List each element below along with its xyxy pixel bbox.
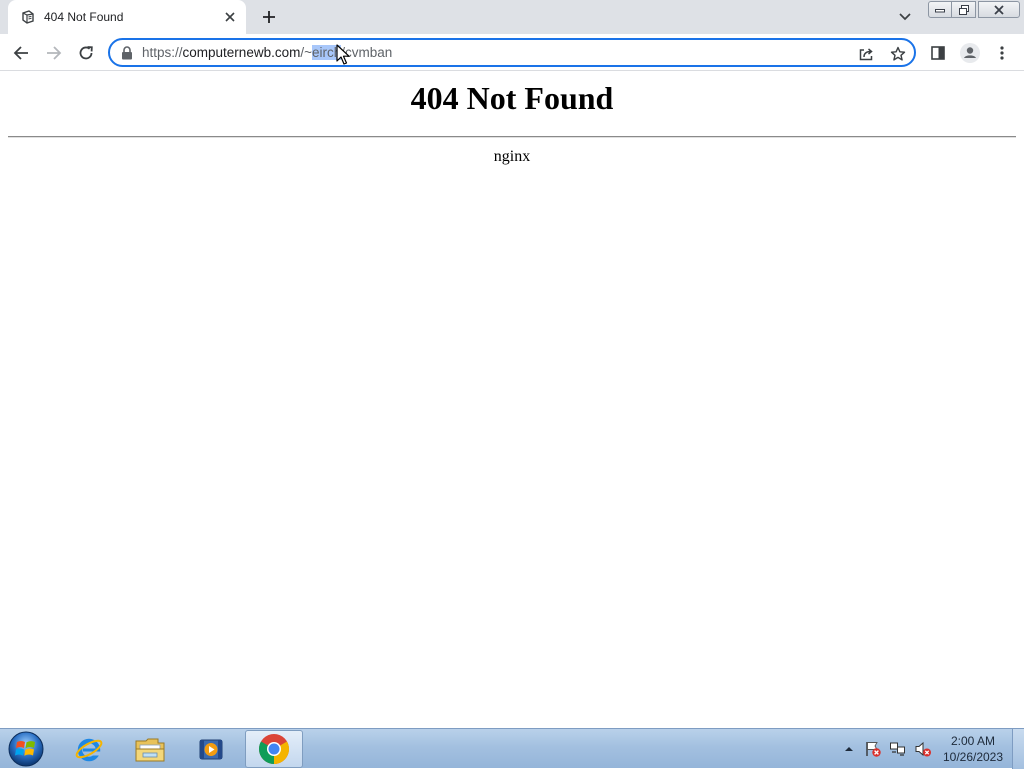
tab-close-button[interactable]: [220, 7, 240, 27]
chevron-down-icon: [899, 13, 911, 21]
minimize-button[interactable]: [928, 1, 952, 18]
chevron-up-icon: [845, 747, 853, 751]
menu-button[interactable]: [988, 39, 1016, 67]
new-tab-button[interactable]: [258, 6, 280, 28]
browser-toolbar: https://computernewb.com/~eirch/cvmban: [0, 34, 1024, 71]
network-icon: [890, 742, 905, 756]
back-button[interactable]: [7, 39, 35, 67]
plus-icon: [263, 11, 275, 23]
share-icon: [859, 48, 873, 61]
reload-icon: [79, 46, 93, 60]
taskbar-media-player[interactable]: [182, 730, 240, 768]
profile-button[interactable]: [956, 39, 984, 67]
tray-network[interactable]: [889, 740, 907, 758]
forward-arrow-icon: [47, 46, 62, 60]
tray-volume[interactable]: [914, 740, 932, 758]
close-icon: [225, 12, 235, 22]
server-name: nginx: [493, 148, 531, 165]
system-clock[interactable]: 2:00 AM 10/26/2023: [940, 733, 1006, 765]
clock-date: 10/26/2023: [942, 750, 1004, 764]
tab-search-button[interactable]: [894, 7, 916, 27]
page-heading: 404 Not Found: [410, 80, 614, 116]
close-icon: [994, 4, 1004, 15]
tray-action-center[interactable]: [864, 740, 882, 758]
restore-icon: [958, 4, 969, 15]
media-player-icon: [199, 739, 223, 760]
internet-explorer-icon: [75, 738, 103, 762]
url-scheme: https://: [142, 45, 183, 60]
taskbar: 2:00 AM 10/26/2023: [0, 728, 1024, 769]
bookmark-button[interactable]: [888, 44, 908, 64]
tab-title: 404 Not Found: [44, 10, 124, 24]
forward-button[interactable]: [40, 39, 68, 67]
page-content: 404 Not Found nginx: [0, 72, 1024, 728]
volume-muted-icon: [915, 741, 931, 757]
star-icon: [890, 46, 906, 61]
tab-404-not-found[interactable]: 404 Not Found: [8, 0, 246, 34]
reload-button[interactable]: [72, 39, 100, 67]
windows-start-orb-icon: [8, 731, 44, 767]
profile-icon: [960, 43, 980, 63]
lock-icon[interactable]: [121, 46, 133, 60]
folder-icon: [135, 738, 165, 762]
show-desktop-button[interactable]: [1012, 729, 1024, 769]
kebab-menu-icon: [1000, 46, 1004, 60]
url-selection: eirch: [311, 45, 342, 60]
back-arrow-icon: [13, 46, 28, 60]
url-path-start: /~: [300, 45, 312, 60]
address-bar[interactable]: https://computernewb.com/~eirch/cvmban: [108, 38, 916, 67]
side-panel-button[interactable]: [924, 39, 952, 67]
side-panel-icon: [931, 46, 945, 60]
divider: [8, 136, 1016, 138]
minimize-icon: [935, 8, 945, 12]
page-favicon-icon: [22, 10, 34, 24]
url-path-end: /cvmban: [341, 45, 393, 60]
share-button[interactable]: [856, 44, 876, 64]
tab-strip: 404 Not Found: [0, 0, 1024, 34]
taskbar-internet-explorer[interactable]: [60, 730, 118, 768]
url-text[interactable]: https://computernewb.com/~eirch/cvmban: [142, 45, 392, 60]
chrome-icon: [258, 734, 290, 764]
flag-warning-icon: [866, 742, 881, 757]
taskbar-windows-explorer[interactable]: [121, 730, 179, 768]
start-button[interactable]: [6, 730, 46, 768]
clock-time: 2:00 AM: [950, 734, 996, 748]
window-close-button[interactable]: [978, 1, 1020, 18]
url-host: computernewb.com: [182, 45, 301, 60]
restore-button[interactable]: [951, 1, 976, 18]
taskbar-google-chrome[interactable]: [245, 730, 303, 768]
show-hidden-icons-button[interactable]: [842, 740, 856, 758]
